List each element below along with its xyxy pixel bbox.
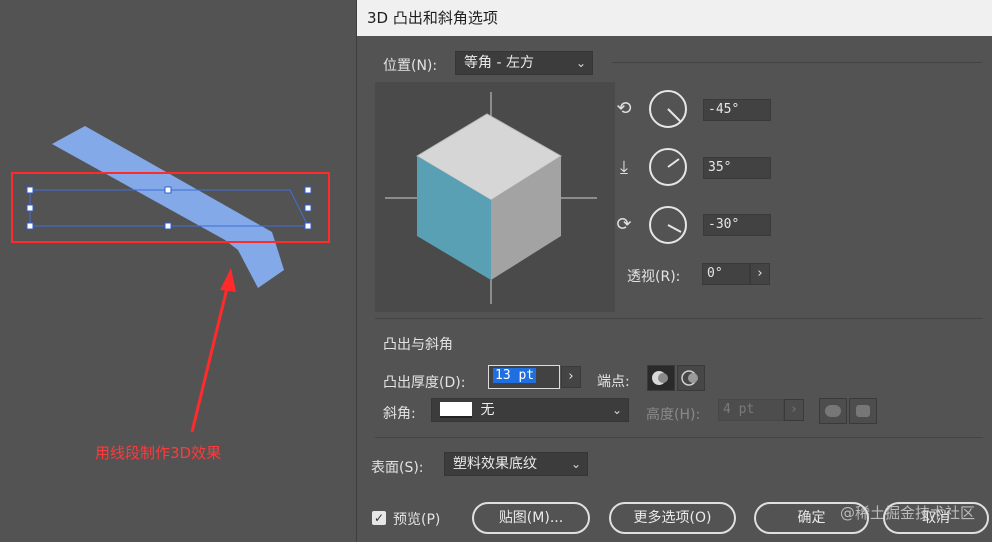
extrude-depth-value: 13 pt xyxy=(493,368,537,383)
perspective-stepper[interactable]: › xyxy=(750,263,770,285)
annotation-arrow xyxy=(190,283,230,433)
perspective-label: 透视(R): xyxy=(627,269,681,285)
preview-checkbox[interactable]: ✓ xyxy=(372,511,386,525)
extrude-depth-field[interactable]: 13 pt xyxy=(488,365,560,389)
cap-on-button[interactable] xyxy=(647,365,675,391)
rotate-y-dial[interactable] xyxy=(649,148,687,186)
arrow-head-icon xyxy=(220,268,236,292)
position-select[interactable]: 等角 - 左方 ⌄ xyxy=(455,51,593,75)
rotate-x-field[interactable]: -45° xyxy=(703,99,771,121)
extrude-depth-stepper[interactable]: › xyxy=(561,366,581,388)
rotate-x-icon: ⟲ xyxy=(616,98,632,119)
chevron-down-icon: ⌄ xyxy=(575,56,586,70)
surface-label: 表面(S): xyxy=(371,460,424,476)
cap-label: 端点: xyxy=(597,374,630,390)
divider xyxy=(375,437,983,438)
cap-off-button[interactable] xyxy=(677,365,705,391)
rotate-y-icon: ⤓ xyxy=(620,157,628,178)
bevel-value: 无 xyxy=(480,402,495,418)
preview-label: 预览(P) xyxy=(393,512,441,528)
dialog-title: 3D 凸出和斜角选项 xyxy=(357,0,992,36)
rotate-z-field[interactable]: -30° xyxy=(703,214,771,236)
perspective-field[interactable]: 0° xyxy=(702,263,750,285)
cube-preview[interactable] xyxy=(375,82,615,312)
bevel-label: 斜角: xyxy=(383,406,416,422)
watermark: @稀土掘金技术社区 xyxy=(839,504,975,522)
position-value: 等角 - 左方 xyxy=(464,55,534,71)
rotate-y-field[interactable]: 35° xyxy=(703,157,771,179)
rotate-x-dial[interactable] xyxy=(649,90,687,128)
bevel-out-icon xyxy=(825,405,841,417)
chevron-down-icon: ⌄ xyxy=(611,403,622,417)
bevel-in-icon xyxy=(856,405,870,417)
more-options-button[interactable]: 更多选项(O) xyxy=(609,502,736,534)
map-button[interactable]: 贴图(M)... xyxy=(472,502,590,534)
extruded-shape[interactable] xyxy=(52,126,284,288)
surface-value: 塑料效果底纹 xyxy=(453,456,537,472)
extrude-depth-label: 凸出厚度(D): xyxy=(383,375,466,391)
bevel-select[interactable]: 无 ⌄ xyxy=(431,398,629,422)
bevel-height-stepper[interactable]: › xyxy=(784,399,804,421)
surface-select[interactable]: 塑料效果底纹 ⌄ xyxy=(444,452,588,476)
cap-off-icon xyxy=(681,370,698,386)
divider xyxy=(612,62,982,63)
bevel-height-field[interactable]: 4 pt xyxy=(718,399,784,421)
chevron-down-icon: ⌄ xyxy=(570,457,581,471)
divider xyxy=(375,318,983,319)
extrude-section-title: 凸出与斜角 xyxy=(383,337,453,353)
bevel-swatch-icon xyxy=(440,402,472,418)
extrude-bevel-dialog: 3D 凸出和斜角选项 位置(N): 等角 - 左方 ⌄ ⟲ -45° ⤓ 35°… xyxy=(356,0,992,542)
rotate-z-dial[interactable] xyxy=(649,206,687,244)
rotate-z-icon: ⟳ xyxy=(616,214,632,235)
annotation-text: 用线段制作3D效果 xyxy=(95,444,222,462)
bevel-in-button[interactable] xyxy=(849,398,877,424)
artboard: 用线段制作3D效果 xyxy=(0,0,356,542)
bevel-out-button[interactable] xyxy=(819,398,847,424)
cap-on-icon xyxy=(652,371,668,385)
position-label: 位置(N): xyxy=(383,58,438,74)
bevel-height-label: 高度(H): xyxy=(646,407,701,423)
